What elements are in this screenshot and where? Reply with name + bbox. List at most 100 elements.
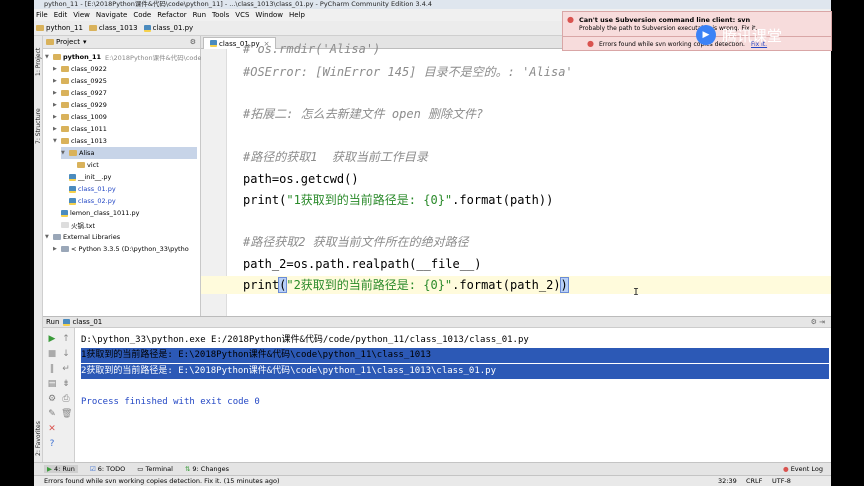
tab-structure[interactable]: 7: Structure	[35, 108, 42, 144]
settings-icon[interactable]: ⚙ ⇥	[811, 318, 825, 326]
tab-event-log[interactable]: ● Event Log	[783, 465, 823, 473]
menu-window[interactable]: Window	[255, 11, 283, 19]
scroll-to-end-icon[interactable]: ⇟	[61, 379, 71, 389]
chevron-down-icon: ▼	[45, 54, 49, 60]
pycharm-window: python_11 - [E:\2018Python课件&代码\code\pyt…	[34, 0, 831, 486]
tree-file[interactable]: class_02.py	[69, 195, 116, 207]
tree-folder[interactable]: ▶ class_0927	[53, 87, 107, 99]
menu-tools[interactable]: Tools	[212, 11, 229, 19]
project-view-select[interactable]: Project	[56, 38, 80, 46]
settings-icon[interactable]: ⚙	[47, 394, 57, 404]
run-console[interactable]: D:\python_33\python.exe E:/2018Python课件&…	[75, 328, 831, 462]
changes-icon: ⇅	[184, 465, 191, 473]
chevron-right-icon: ▶	[53, 246, 57, 252]
python-file-icon	[210, 40, 217, 47]
tree-folder[interactable]: vict	[77, 159, 99, 171]
chevron-down-icon: ▼	[45, 234, 49, 240]
play-icon: ▶	[696, 25, 716, 45]
watermark: ▶ 腾讯课堂	[696, 20, 832, 50]
tree-folder-selected[interactable]: ▼ Alisa	[61, 147, 197, 159]
menu-refactor[interactable]: Refactor	[157, 11, 186, 19]
tree-file[interactable]: __init__.py	[69, 171, 111, 183]
rerun-icon[interactable]: ▶	[47, 334, 57, 344]
chevron-down-icon[interactable]: ▾	[83, 38, 87, 46]
tab-run[interactable]: ▶ 4: Run	[44, 465, 78, 473]
chevron-right-icon: ▶	[53, 126, 57, 132]
code-line: # os.rmdir('Alisa')	[243, 42, 381, 56]
folder-icon	[77, 162, 85, 168]
python-file-icon	[69, 197, 76, 205]
run-config-tab[interactable]: class_01	[63, 318, 102, 326]
folder-icon	[46, 39, 54, 45]
arrow-up-icon[interactable]: ↑	[61, 334, 71, 344]
tree-python-sdk[interactable]: ▶ < Python 3.3.5 (D:\python_33\pytho	[53, 243, 189, 255]
event-log-icon: ●	[783, 465, 789, 473]
code-line: path_2=os.path.realpath(__file__)	[243, 257, 482, 271]
breadcrumb-root[interactable]: python_11	[36, 24, 83, 32]
console-line-selected: 1获取到的当前路径是: E:\2018Python课件&代码\code\pyth…	[81, 350, 431, 360]
pin-icon[interactable]: ✎	[47, 409, 57, 419]
tree-file[interactable]: class_01.py	[69, 183, 116, 195]
tab-project[interactable]: 1: Project	[35, 48, 42, 76]
pause-icon[interactable]: ‖	[47, 364, 57, 374]
error-icon: ●	[567, 15, 574, 24]
arrow-down-icon[interactable]: ↓	[61, 349, 71, 359]
menu-code[interactable]: Code	[133, 11, 151, 19]
menu-vcs[interactable]: VCS	[235, 11, 249, 19]
code-line: #拓展二: 怎么去新建文件 open 删除文件?	[243, 107, 484, 121]
bottom-tool-tabs: ▶ 4: Run ☑ 6: TODO ▭ Terminal ⇅ 9: Changes ●…	[34, 462, 831, 475]
tree-folder[interactable]: ▶ class_0929	[53, 99, 107, 111]
gear-icon[interactable]: ⚙	[190, 38, 196, 46]
menu-file[interactable]: File	[36, 11, 48, 19]
status-bar: Errors found while svn working copies de…	[34, 475, 831, 486]
run-panel-header: Run class_01 ⚙ ⇥	[43, 316, 831, 328]
tab-changes[interactable]: ⇅ 9: Changes	[185, 465, 229, 473]
breadcrumb-file[interactable]: class_01.py	[143, 24, 193, 32]
tab-todo[interactable]: ☑ 6: TODO	[90, 465, 125, 473]
code-editor[interactable]: class_01.py × # os.rmdir('Alisa') #OSErro…	[201, 36, 831, 316]
python-file-icon	[69, 173, 76, 181]
dump-threads-icon[interactable]: ▤	[47, 379, 57, 389]
print-icon[interactable]: ⎙	[61, 394, 71, 404]
code-line: print("1获取到的当前路径是: {0}".format(path))	[243, 193, 554, 207]
caret-position[interactable]: 32:39	[718, 476, 737, 486]
breadcrumb-folder[interactable]: class_1013	[88, 24, 138, 32]
tree-file[interactable]: 火锅.txt	[61, 219, 95, 231]
folder-icon	[88, 25, 97, 31]
tree-folder[interactable]: ▼ class_1013	[53, 135, 107, 147]
help-icon[interactable]: ?	[47, 439, 57, 449]
stop-icon[interactable]: ■	[47, 349, 57, 359]
file-encoding[interactable]: UTF-8	[772, 476, 791, 486]
window-title: python_11 - [E:\2018Python课件&代码\code\pyt…	[34, 0, 831, 9]
tree-folder[interactable]: ▶ class_0922	[53, 63, 107, 75]
run-toolbar: ▶ ■ ‖ ▤ ⚙ ✎ ✕ ? ↑ ↓ ↵ ⇟ ⎙ 🗑	[43, 328, 75, 462]
chevron-down-icon: ▼	[53, 138, 57, 144]
tree-folder[interactable]: ▶ class_0925	[53, 75, 107, 87]
code-line-current: print("2获取到的当前路径是: {0}".format(path_2))	[243, 277, 569, 293]
tab-favorites[interactable]: 2: Favorites	[35, 421, 42, 456]
chevron-down-icon: ▼	[61, 150, 65, 156]
menu-navigate[interactable]: Navigate	[96, 11, 127, 19]
soft-wrap-icon[interactable]: ↵	[61, 364, 71, 374]
trash-icon[interactable]: 🗑	[61, 409, 72, 419]
folder-icon	[36, 25, 44, 31]
code-area[interactable]: # os.rmdir('Alisa') #OSError: [WinError …	[201, 42, 831, 316]
status-message[interactable]: Errors found while svn working copies de…	[44, 477, 279, 485]
menu-edit[interactable]: Edit	[54, 11, 68, 19]
menu-view[interactable]: View	[73, 11, 90, 19]
tree-folder[interactable]: ▶ class_1009	[53, 111, 107, 123]
tree-folder[interactable]: ▶ class_1011	[53, 123, 107, 135]
folder-icon	[61, 90, 69, 96]
tree-external-libraries[interactable]: ▼ External Libraries	[45, 231, 120, 243]
python-file-icon	[143, 24, 151, 32]
left-tool-strip: 1: Project 7: Structure 2: Favorites	[34, 36, 43, 462]
line-separator[interactable]: CRLF	[746, 476, 762, 486]
folder-icon	[61, 138, 69, 144]
tab-terminal[interactable]: ▭ Terminal	[137, 465, 173, 473]
menu-run[interactable]: Run	[193, 11, 206, 19]
library-icon	[53, 234, 61, 240]
library-icon	[61, 246, 69, 252]
tree-file[interactable]: lemon_class_1011.py	[61, 207, 139, 219]
close-icon[interactable]: ✕	[47, 424, 57, 434]
menu-help[interactable]: Help	[289, 11, 305, 19]
